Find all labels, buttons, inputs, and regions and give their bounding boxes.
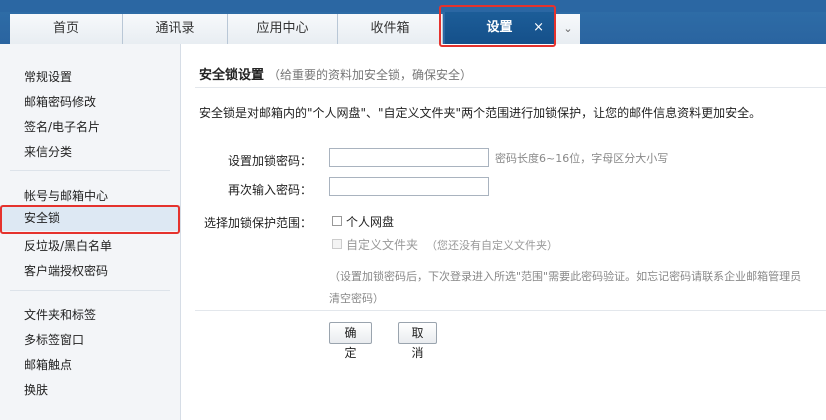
password-note: （设置加锁密码后，下次登录进入所选"范围"需要此密码验证。如忘记密码请联系企业邮… [329, 270, 802, 305]
tab-label: 收件箱 [370, 21, 410, 36]
sidebar-divider [10, 170, 170, 171]
cancel-button[interactable]: 取消 [398, 322, 437, 360]
tab-label: 应用中心 [256, 21, 309, 36]
highlight-box-security-lock [0, 205, 180, 234]
sidebar-item-signature[interactable]: 签名/电子名片 [24, 118, 100, 135]
page-title-text: 安全锁设置 [199, 68, 265, 83]
divider [195, 310, 826, 311]
sidebar-item-skin[interactable]: 换肤 [24, 381, 48, 398]
description: 安全锁是对邮箱内的"个人网盘"、"自定义文件夹"两个范围进行加锁保护，让您的邮件… [199, 106, 762, 120]
sidebar-item-anti-spam[interactable]: 反垃圾/黑白名单 [24, 237, 112, 254]
tab-home[interactable]: 首页 [10, 14, 123, 44]
password-label: 设置加锁密码： [227, 154, 312, 168]
sidebar-item-multi-tab[interactable]: 多标签窗口 [24, 331, 84, 348]
password-field[interactable] [329, 148, 489, 167]
tab-bar: 首页 通讯录 应用中心 收件箱 设置 × ⌄ [0, 0, 826, 44]
personal-disk-label: 个人网盘 [346, 215, 395, 229]
chevron-down-icon[interactable]: ⌄ [556, 14, 580, 44]
highlight-box-settings-tab [439, 5, 556, 47]
page-subtitle: （给重要的资料加安全锁，确保安全） [268, 68, 473, 82]
tab-inbox[interactable]: 收件箱 [338, 14, 443, 44]
tab-label: 通讯录 [155, 21, 195, 36]
tab-label: 首页 [52, 21, 79, 36]
tab-contacts[interactable]: 通讯录 [123, 14, 228, 44]
sidebar-item-mail-rules[interactable]: 来信分类 [24, 143, 72, 160]
confirm-button[interactable]: 确 定 [329, 322, 372, 360]
scope-label: 选择加锁保护范围： [203, 216, 312, 230]
custom-folder-label: 自定义文件夹 [346, 238, 419, 252]
main-panel: 安全锁设置 （给重要的资料加安全锁，确保安全） 安全锁是对邮箱内的"个人网盘"、"… [181, 44, 826, 420]
custom-folder-checkbox [332, 239, 342, 249]
sidebar-divider [10, 290, 170, 291]
custom-folder-note: （您还没有自定义文件夹） [426, 239, 558, 252]
personal-disk-checkbox[interactable] [332, 216, 342, 226]
tab-app-center[interactable]: 应用中心 [228, 14, 338, 44]
sidebar-item-mail-touch[interactable]: 邮箱触点 [24, 356, 72, 373]
top-strip [0, 0, 826, 12]
sidebar-item-client-auth[interactable]: 客户端授权密码 [24, 262, 108, 279]
sidebar-item-folders-tags[interactable]: 文件夹和标签 [24, 306, 96, 323]
confirm-password-field[interactable] [329, 177, 489, 196]
sidebar-item-general[interactable]: 常规设置 [24, 68, 72, 85]
password-hint: 密码长度6~16位，字母区分大小写 [495, 152, 669, 165]
divider [195, 87, 826, 88]
sidebar-item-account-center[interactable]: 帐号与邮箱中心 [24, 187, 108, 204]
page-title: 安全锁设置 （给重要的资料加安全锁，确保安全） [199, 64, 472, 83]
sidebar-item-password[interactable]: 邮箱密码修改 [24, 93, 96, 110]
confirm-password-label: 再次输入密码： [227, 183, 312, 197]
